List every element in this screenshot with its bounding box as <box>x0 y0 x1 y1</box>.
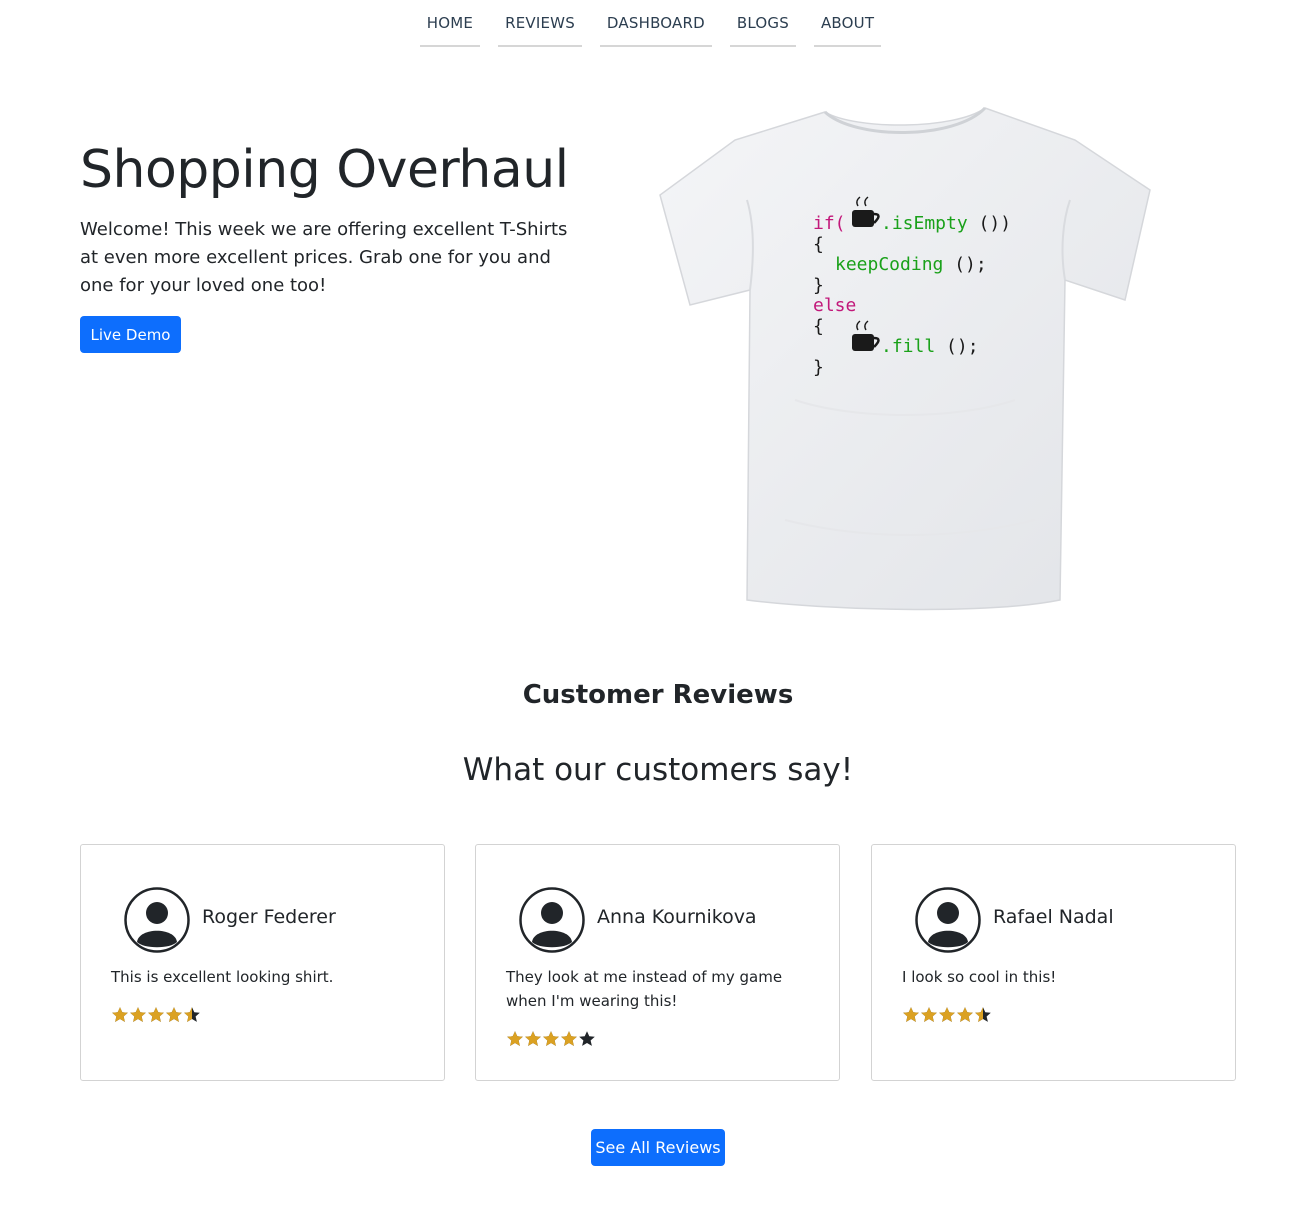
user-avatar-icon <box>915 887 981 953</box>
star-filled-icon <box>921 1007 937 1022</box>
code-brace-open: { <box>813 234 824 255</box>
user-avatar-icon <box>519 887 585 953</box>
nav-reviews[interactable]: REVIEWS <box>498 0 582 47</box>
star-filled-icon <box>112 1007 128 1022</box>
nav-home[interactable]: HOME <box>419 0 481 47</box>
star-filled-icon <box>543 1031 559 1046</box>
code-brace-open-2: { <box>813 316 824 337</box>
live-demo-button[interactable]: Live Demo <box>80 316 181 353</box>
code-isempty-end: ()) <box>979 213 1012 234</box>
star-filled-icon <box>166 1007 182 1022</box>
code-fill: .fill <box>881 336 935 357</box>
star-rating <box>506 1030 596 1048</box>
review-card: Rafael Nadal I look so cool in this! <box>871 844 1236 1081</box>
top-nav: HOME REVIEWS DASHBOARD BLOGS ABOUT <box>0 0 1301 48</box>
review-text: This is excellent looking shirt. <box>111 968 334 986</box>
star-filled-icon <box>939 1007 955 1022</box>
star-filled-icon <box>130 1007 146 1022</box>
code-isempty: .isEmpty <box>881 213 968 234</box>
reviews-heading: Customer Reviews <box>522 680 794 710</box>
code-fill-end: (); <box>946 336 979 357</box>
star-filled-icon <box>507 1031 523 1046</box>
star-half-icon <box>975 1007 991 1022</box>
review-card: Anna Kournikova They look at me instead … <box>475 844 840 1081</box>
nav-dashboard[interactable]: DASHBOARD <box>599 0 712 47</box>
reviewer-name: Anna Kournikova <box>597 906 757 928</box>
code-brace-close-2: } <box>813 357 824 378</box>
hero-title: Shopping Overhaul <box>80 140 569 200</box>
review-text: I look so cool in this! <box>902 968 1057 986</box>
star-empty-icon <box>579 1031 595 1046</box>
reviews-subheading: What our customers say! <box>462 752 854 788</box>
nav-blogs[interactable]: BLOGS <box>729 0 796 47</box>
star-filled-icon <box>561 1031 577 1046</box>
code-else: else <box>813 295 856 316</box>
review-card: Roger Federer This is excellent looking … <box>80 844 445 1081</box>
hero-text: Welcome! This week we are offering excel… <box>80 219 568 296</box>
reviewer-name: Roger Federer <box>202 906 336 928</box>
star-rating <box>902 1006 992 1024</box>
see-all-reviews-button[interactable]: See All Reviews <box>591 1129 725 1166</box>
user-avatar-icon <box>124 887 190 953</box>
code-keepcoding-end: (); <box>954 254 987 275</box>
star-filled-icon <box>525 1031 541 1046</box>
code-brace-close: } <box>813 275 824 296</box>
star-half-icon <box>184 1007 200 1022</box>
tshirt-image: if( .isEmpty ()) { keepCoding (); } else… <box>659 106 1151 611</box>
reviewer-name: Rafael Nadal <box>993 906 1114 928</box>
star-filled-icon <box>957 1007 973 1022</box>
star-filled-icon <box>903 1007 919 1022</box>
nav-about[interactable]: ABOUT <box>813 0 882 47</box>
star-filled-icon <box>148 1007 164 1022</box>
code-if: if( <box>813 213 846 234</box>
code-keepcoding: keepCoding <box>835 254 943 275</box>
star-rating <box>111 1006 201 1024</box>
review-text: They look at me instead of my game when … <box>506 968 783 1010</box>
